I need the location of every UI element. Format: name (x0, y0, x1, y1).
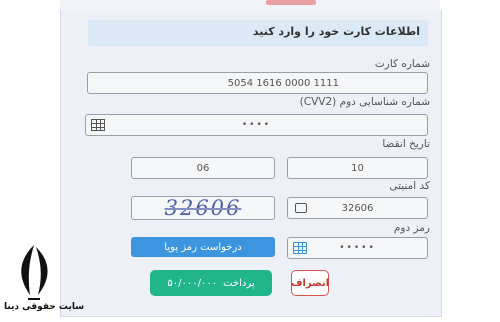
second-password-value: ••••• (339, 243, 376, 253)
pay-amount: ۵۰/۰۰۰/۰۰۰ (167, 277, 218, 289)
second-password-field[interactable]: ••••• (287, 237, 428, 259)
pay-label: پرداخت (223, 277, 255, 289)
card-number-field[interactable]: 5054 1616 0000 1111 (87, 72, 428, 94)
form-header: اطلاعات کارت خود را وارد کنید (88, 20, 428, 46)
cvv2-field[interactable]: •••• (85, 114, 428, 136)
site-logo (21, 245, 48, 300)
card-number-value: 5054 1616 0000 1111 (227, 77, 339, 89)
security-code-value: 32606 (341, 202, 374, 214)
cvv2-label: شماره شناسایی دوم (CVV2) (299, 96, 430, 108)
expiry-year-value: 06 (196, 162, 210, 174)
request-dynamic-password-button[interactable]: درخواست رمز پویا (131, 237, 275, 257)
expiry-month-field[interactable]: 10 (287, 157, 428, 179)
expiry-year-field[interactable]: 06 (131, 157, 275, 179)
pay-button[interactable]: پرداخت ۵۰/۰۰۰/۰۰۰ (150, 270, 272, 296)
cvv2-value: •••• (241, 120, 272, 130)
card-number-label: شماره کارت (374, 58, 430, 70)
expiry-label: تاریخ انقضا (382, 138, 430, 150)
captcha-image: 32606 (131, 196, 275, 220)
top-banner-red-fragment (266, 0, 316, 5)
keypad-icon[interactable] (91, 119, 105, 131)
refresh-captcha-icon[interactable] (295, 203, 307, 213)
cancel-button[interactable]: انصراف (291, 270, 329, 296)
security-code-label: کد امنیتی (389, 180, 430, 192)
security-code-field[interactable]: 32606 (287, 197, 428, 219)
expiry-month-value: 10 (351, 162, 364, 174)
top-banner-cut (60, 0, 440, 10)
captcha-text: 32606 (164, 196, 242, 220)
form-title: اطلاعات کارت خود را وارد کنید (252, 25, 420, 38)
site-watermark-text: سایت حقوقی دینا (4, 302, 85, 312)
second-password-label: رمز دوم (393, 222, 430, 234)
keypad-icon[interactable] (293, 242, 307, 254)
